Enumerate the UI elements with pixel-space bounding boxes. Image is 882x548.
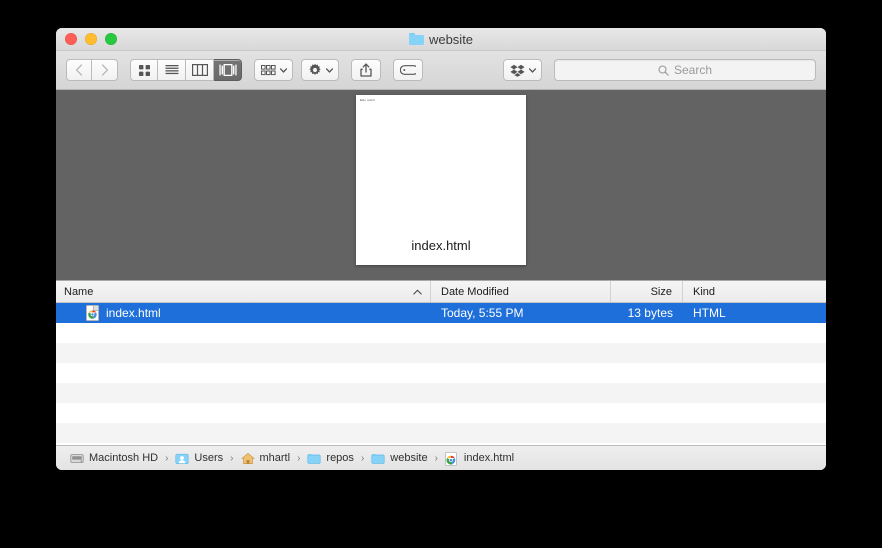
toolbar: Search xyxy=(56,51,826,90)
chevron-down-icon xyxy=(280,67,287,73)
path-item-macintosh-hd[interactable]: Macintosh HD xyxy=(70,452,158,465)
file-size-cell: 13 bytes xyxy=(627,306,673,320)
folder-icon xyxy=(307,452,321,465)
path-item-label: index.html xyxy=(463,452,515,464)
column-header-date-modified-label: Date Modified xyxy=(441,285,509,298)
chevron-down-icon xyxy=(529,67,536,73)
path-separator: › xyxy=(165,452,169,464)
path-separator: › xyxy=(297,452,301,464)
file-kind-cell: HTML xyxy=(693,306,726,320)
back-button[interactable] xyxy=(66,59,92,81)
file-list[interactable]: index.html Today, 5:55 PM 13 bytes HTML xyxy=(56,303,826,445)
path-separator: › xyxy=(434,452,438,464)
search-icon xyxy=(658,64,669,76)
forward-button[interactable] xyxy=(92,59,118,81)
column-header-date-modified[interactable]: Date Modified xyxy=(431,281,611,302)
path-separator: › xyxy=(230,452,234,464)
path-item-repos[interactable]: repos xyxy=(307,452,354,465)
path-item-label: Users xyxy=(194,452,224,464)
arrange-button[interactable] xyxy=(254,59,293,81)
share-button[interactable] xyxy=(351,59,381,81)
preview-document-text: hello, world! xyxy=(360,99,375,102)
file-date-cell: Today, 5:55 PM xyxy=(441,306,524,320)
column-header-name-label: Name xyxy=(64,285,94,298)
icon-view-button[interactable] xyxy=(130,59,158,81)
empty-row xyxy=(56,383,826,403)
home-folder-icon xyxy=(241,452,255,465)
action-button[interactable] xyxy=(301,59,339,81)
chevron-down-icon xyxy=(326,67,333,73)
search-placeholder: Search xyxy=(673,63,713,77)
finder-window: website Search hello, world! index.html … xyxy=(56,28,826,470)
dropbox-button[interactable] xyxy=(503,59,542,81)
html-document-icon xyxy=(445,451,459,466)
path-item-label: repos xyxy=(326,452,354,464)
table-row[interactable]: index.html Today, 5:55 PM 13 bytes HTML xyxy=(56,303,826,323)
column-header-size-label: Size xyxy=(650,285,672,298)
path-item-website[interactable]: website xyxy=(371,452,428,465)
dropbox-icon xyxy=(510,64,525,77)
column-headers: Name Date Modified Size Kind xyxy=(56,281,826,303)
window-title: website xyxy=(56,28,826,50)
preview-filename: index.html xyxy=(411,238,471,253)
file-name-label: index.html xyxy=(106,306,161,320)
path-item-label: mhartl xyxy=(259,452,291,464)
empty-row xyxy=(56,403,826,423)
search-input[interactable]: Search xyxy=(554,59,816,81)
path-item-index-html[interactable]: index.html xyxy=(445,451,515,466)
file-name-cell: index.html xyxy=(56,305,431,321)
path-item-label: website xyxy=(390,452,428,464)
column-header-name[interactable]: Name xyxy=(56,281,431,302)
path-separator: › xyxy=(360,452,365,464)
view-mode-segment xyxy=(130,59,242,81)
path-item-mhartl[interactable]: mhartl xyxy=(241,452,291,465)
path-bar: Macintosh HD › Users › mhartl › repos › … xyxy=(56,445,826,470)
gear-icon xyxy=(309,63,321,75)
file-preview-card[interactable]: hello, world! index.html xyxy=(356,95,526,265)
empty-row xyxy=(56,423,826,443)
column-header-kind[interactable]: Kind xyxy=(683,281,825,302)
column-header-size[interactable]: Size xyxy=(611,281,683,302)
path-item-users[interactable]: Users xyxy=(175,452,223,465)
empty-row xyxy=(56,363,826,383)
path-item-label: Macintosh HD xyxy=(89,452,159,464)
tag-icon xyxy=(400,65,416,75)
empty-row xyxy=(56,443,826,445)
share-icon xyxy=(360,63,372,77)
title-bar[interactable]: website xyxy=(56,28,826,51)
empty-row xyxy=(56,343,826,363)
column-view-button[interactable] xyxy=(186,59,214,81)
navigation-segment xyxy=(66,59,118,81)
hard-drive-icon xyxy=(70,452,84,465)
window-title-label: website xyxy=(428,31,474,47)
folder-icon xyxy=(408,33,424,45)
html-document-icon xyxy=(86,305,99,321)
coverflow-view-button[interactable] xyxy=(214,59,242,81)
sort-ascending-icon xyxy=(413,289,422,295)
coverflow-pane[interactable]: hello, world! index.html xyxy=(56,90,826,281)
empty-row xyxy=(56,323,826,343)
users-folder-icon xyxy=(175,452,189,465)
folder-icon xyxy=(371,452,385,465)
list-view-button[interactable] xyxy=(158,59,186,81)
column-header-kind-label: Kind xyxy=(693,285,716,298)
tags-button[interactable] xyxy=(393,59,423,81)
